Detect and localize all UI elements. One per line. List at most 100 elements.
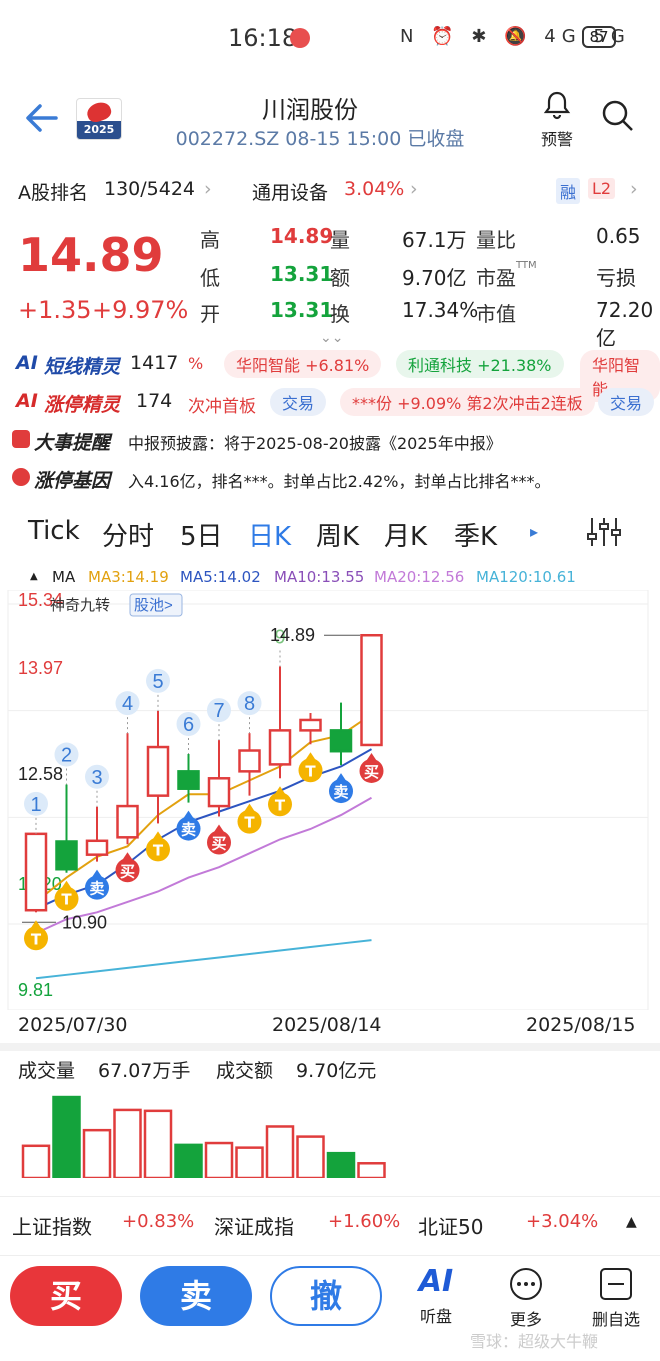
high-label: 14.89 xyxy=(270,625,315,645)
candle-body xyxy=(360,633,383,747)
ai-logo-icon: AI xyxy=(16,390,38,412)
signal-text: 买 xyxy=(120,862,135,880)
tab-3[interactable]: 日K xyxy=(248,516,291,553)
remove-icon xyxy=(600,1268,632,1300)
price-change-pct: +9.97% xyxy=(92,296,189,324)
tab-more-arrow-icon[interactable]: ▸ xyxy=(530,522,538,541)
expand-up-icon[interactable]: ▲ xyxy=(626,1214,637,1230)
nine-turn-number: 4 xyxy=(122,693,133,715)
q-label-c: 量比 xyxy=(476,228,516,252)
signal-text: T xyxy=(153,841,164,859)
buy-button[interactable]: 买 xyxy=(10,1266,122,1326)
volume-chart[interactable] xyxy=(0,1086,660,1178)
event-row[interactable]: 大事提醒 中报预披露：将于2025-08-20披露《2025年中报》 xyxy=(0,428,660,458)
ai2-trade-button[interactable]: 交易 xyxy=(270,388,327,416)
signal-text: T xyxy=(31,930,42,948)
index-change: +0.83% xyxy=(122,1211,195,1232)
alert-button[interactable]: 预警 xyxy=(532,90,582,150)
sell-button[interactable]: 卖 xyxy=(140,1266,252,1326)
x-label-mid: 2025/08/14 xyxy=(272,1014,382,1036)
ai1-count: 1417 xyxy=(130,352,179,374)
ai2-tag[interactable]: ***份 +9.09% 第2次冲击2连板 xyxy=(340,388,595,416)
remove-watchlist-button[interactable]: 删自选 xyxy=(586,1266,646,1330)
ai2-trade-button-2[interactable]: 交易 xyxy=(598,388,655,416)
rank-value[interactable]: 130/5424 xyxy=(104,178,195,200)
candle-body xyxy=(24,832,48,912)
tab-5[interactable]: 月K xyxy=(384,516,427,553)
candle-body xyxy=(177,770,200,790)
candle-body xyxy=(85,839,109,856)
search-icon[interactable] xyxy=(600,98,636,138)
limit-gene-row[interactable]: 涨停基因 入4.16亿，排名***。封单占比2.42%，封单占比排名***。 xyxy=(0,466,660,496)
chevron-down-icon[interactable]: ⌄⌄ xyxy=(320,330,343,346)
bottom-bar: 买 卖 撤 AI 听盘 更多 删自选 雪球：超级大牛鞭 xyxy=(0,1255,660,1361)
q-label-a: 高 xyxy=(200,228,220,252)
signal-pointer xyxy=(30,920,42,930)
sector-name[interactable]: 通用设备 xyxy=(252,178,328,205)
cancel-button[interactable]: 撤 xyxy=(270,1266,382,1326)
index-change: +3.04% xyxy=(526,1211,599,1232)
signal-text: T xyxy=(305,762,316,780)
low-label: 10.90 xyxy=(62,912,107,932)
q-label-c: 市值 xyxy=(476,302,516,326)
tab-6[interactable]: 季K xyxy=(454,516,497,553)
last-price: 14.89 xyxy=(18,228,164,282)
volume-header: 成交量 67.07万手 成交额 9.70亿元 xyxy=(0,1056,660,1082)
header: 2025 川润股份 002272.SZ 08-15 15:00 已收盘 预警 xyxy=(0,80,660,170)
x-label-start: 2025/07/30 xyxy=(18,1014,128,1036)
ai-listen-button[interactable]: AI 听盘 xyxy=(408,1264,464,1327)
chevron-right-icon: › xyxy=(204,178,212,200)
signal-text: 卖 xyxy=(181,821,196,839)
ma120-line xyxy=(35,939,372,980)
tab-0[interactable]: Tick xyxy=(28,516,80,546)
signal-text: 买 xyxy=(364,763,379,781)
ma3-value: MA3:14.19 xyxy=(88,568,169,586)
amount-label: 成交额 xyxy=(216,1060,274,1082)
gene-icon xyxy=(12,468,30,486)
triangle-icon[interactable]: ▲ xyxy=(30,571,38,582)
tab-1[interactable]: 分时 xyxy=(102,516,154,553)
gene-label: 涨停基因 xyxy=(34,470,111,492)
index-name: 北证50 xyxy=(418,1215,484,1239)
signal-pointer xyxy=(91,869,103,879)
alert-label: 预警 xyxy=(540,130,573,149)
signal-text: 买 xyxy=(211,834,226,852)
x-label-end: 2025/08/15 xyxy=(526,1014,636,1036)
signal-pointer xyxy=(274,786,286,796)
volume-bar xyxy=(235,1146,264,1178)
event-label: 大事提醒 xyxy=(34,432,111,454)
ma10-value: MA10:13.55 xyxy=(274,568,365,586)
volume-bar xyxy=(52,1095,81,1178)
volume-bar xyxy=(357,1162,386,1178)
volume-label: 成交量 xyxy=(18,1060,76,1082)
rank-row: A股排名 130/5424 › 通用设备 3.04% › 融 L2 › xyxy=(0,178,660,208)
tab-2[interactable]: 5日 xyxy=(180,516,223,553)
q-value-b: 9.70亿 xyxy=(402,266,467,290)
volume-bar xyxy=(113,1108,142,1178)
volume-bar xyxy=(265,1125,295,1178)
x-axis-labels: 2025/07/30 2025/08/14 2025/08/15 xyxy=(0,1014,660,1040)
remove-label: 删自选 xyxy=(591,1310,640,1329)
ai-limit-up-row[interactable]: AI 涨停精灵 174 次冲首板 交易 ***份 +9.09% 第2次冲击2连板… xyxy=(0,386,660,420)
ai-logo-icon: AI xyxy=(16,352,38,374)
period-tabs: Tick 分时 5日 日K 周K 月K 季K xyxy=(0,516,660,556)
price-change: +1.35 xyxy=(18,296,92,324)
volume-bar xyxy=(296,1135,325,1178)
ai1-tag-2[interactable]: 利通科技 +21.38% xyxy=(396,350,564,378)
tab-4[interactable]: 周K xyxy=(316,516,359,553)
ai-short-line-row[interactable]: AI 短线精灵 1417 % 华阳智能 +6.81% 利通科技 +21.38% … xyxy=(0,348,660,402)
back-arrow-icon[interactable] xyxy=(22,100,62,140)
ai1-tag-1[interactable]: 华阳智能 +6.81% xyxy=(224,350,382,378)
more-button[interactable]: 更多 xyxy=(498,1266,554,1330)
ai-icon: AI xyxy=(418,1264,454,1299)
chevron-right-icon: › xyxy=(630,178,638,200)
candlestick-chart[interactable]: 15.3413.9712.5811.209.8112345678914.8910… xyxy=(0,590,660,1010)
volume-bar xyxy=(143,1109,173,1178)
q-value-c: 亏损 xyxy=(596,266,636,290)
volume-bar xyxy=(326,1151,356,1178)
index-ticker[interactable]: 上证指数 +0.83% 深证成指 +1.60% 北证50 +3.04% xyxy=(0,1196,660,1252)
chart-settings-icon[interactable] xyxy=(586,516,622,552)
ai-listen-label: 听盘 xyxy=(419,1307,452,1326)
nine-turn-number: 5 xyxy=(152,671,163,693)
signal-pointer xyxy=(365,752,378,762)
